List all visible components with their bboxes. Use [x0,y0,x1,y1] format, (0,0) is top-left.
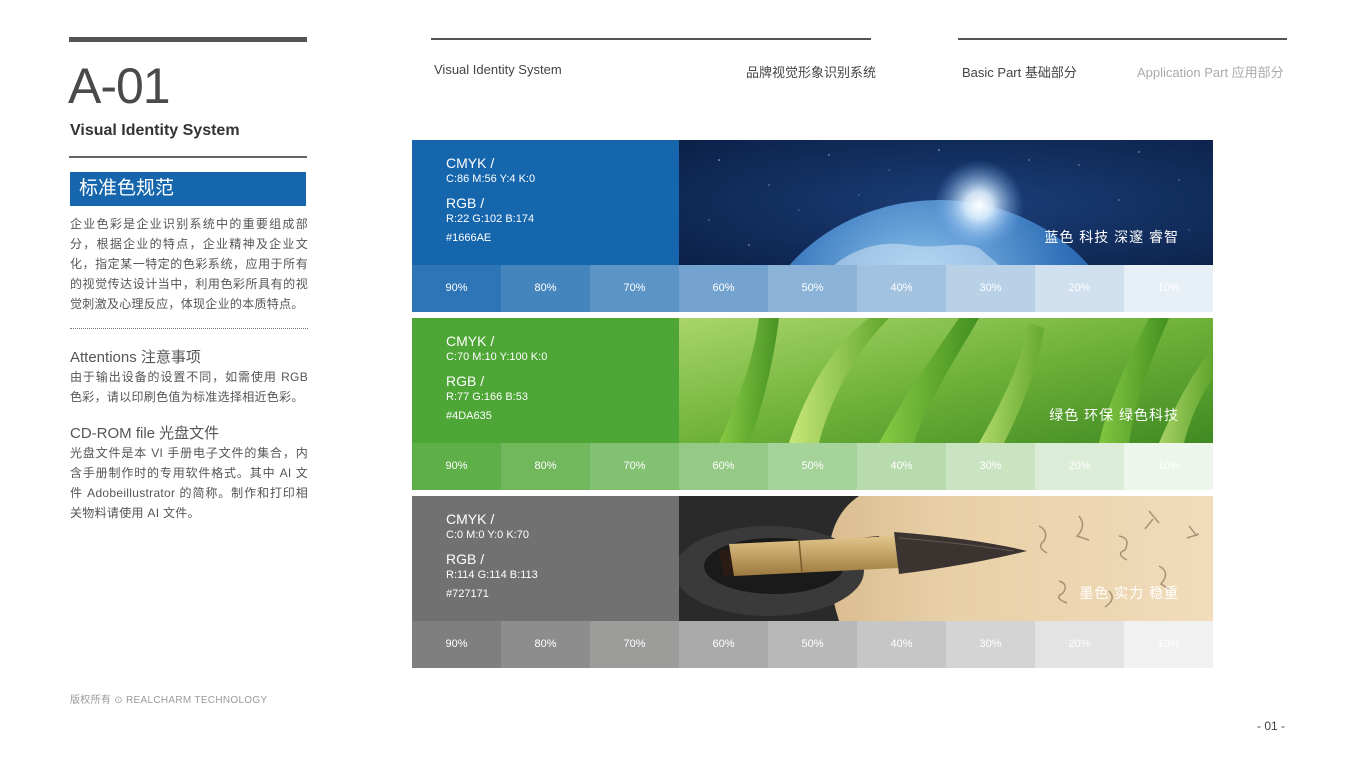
leaves-photo: 绿色 环保 绿色科技 [679,318,1213,443]
cmyk-value: C:70 M:10 Y:100 K:0 [446,351,548,363]
tint-swatch: 70% [590,443,679,490]
tint-row: 90% 80% 70% 60% 50% 40% 30% 20% 10% [412,265,1213,312]
tint-swatch: 20% [1035,443,1124,490]
tint-swatch: 30% [946,265,1035,312]
tint-swatch: 30% [946,443,1035,490]
nav-application-part[interactable]: Application Part 应用部分 [1137,62,1284,81]
color-info-panel: CMYK / C:86 M:56 Y:4 K:0 RGB / R:22 G:10… [412,140,679,265]
tint-swatch: 10% [1124,621,1213,668]
cmyk-label: CMYK / [446,155,495,171]
tint-swatch: 60% [679,621,768,668]
color-tagline: 蓝色 科技 深邃 睿智 [1044,229,1179,245]
rgb-value: R:77 G:166 B:53 [446,391,528,403]
tint-swatch: 70% [590,621,679,668]
tint-swatch: 90% [412,443,501,490]
subtitle-rule [69,156,307,158]
tint-swatch: 20% [1035,265,1124,312]
tint-swatch: 50% [768,621,857,668]
hex-value: #727171 [446,588,489,600]
header-vis-en: Visual Identity System [434,62,562,77]
color-block-blue: CMYK / C:86 M:56 Y:4 K:0 RGB / R:22 G:10… [412,140,1213,312]
attentions-title: Attentions 注意事项 [70,349,201,366]
tint-swatch: 10% [1124,265,1213,312]
intro-text: 企业色彩是企业识别系统中的重要组成部分，根据企业的特点，企业精神及企业文化，指定… [70,217,308,311]
tint-swatch: 40% [857,621,946,668]
section-title: 标准色规范 [70,172,306,206]
color-tagline: 墨色 实力 稳重 [1079,585,1179,601]
tint-swatch: 80% [501,443,590,490]
cmyk-label: CMYK / [446,333,495,349]
cmyk-value: C:0 M:0 Y:0 K:70 [446,529,529,541]
header-vis-cn: 品牌视觉形象识别系统 [746,65,877,80]
tint-swatch: 40% [857,265,946,312]
brush-photo: 墨色 实力 稳重 [679,496,1213,621]
tint-swatch: 30% [946,621,1035,668]
header-rule-parts [958,38,1287,40]
page-code: A-01 [68,58,171,114]
tint-swatch: 60% [679,443,768,490]
tint-swatch: 70% [590,265,679,312]
header-rule-vis [431,38,871,40]
color-tagline: 绿色 环保 绿色科技 [1049,407,1179,423]
tint-row: 90% 80% 70% 60% 50% 40% 30% 20% 10% [412,443,1213,490]
color-info-panel: CMYK / C:0 M:0 Y:0 K:70 RGB / R:114 G:11… [412,496,679,621]
tint-swatch: 60% [679,265,768,312]
rgb-label: RGB / [446,551,485,567]
rgb-value: R:114 G:114 B:113 [446,569,538,581]
rgb-value: R:22 G:102 B:174 [446,213,535,225]
cdrom-title: CD-ROM file 光盘文件 [70,425,220,442]
page-number: - 01 - [1257,719,1286,733]
tint-swatch: 40% [857,443,946,490]
hex-value: #4DA635 [446,410,492,422]
tint-swatch: 80% [501,621,590,668]
attentions-text: 由于输出设备的设置不同，如需使用 RGB 色彩，请以印刷色值为标准选择相近色彩。 [70,370,308,404]
tint-swatch: 50% [768,443,857,490]
copyright-footer: 版权所有 ⊙ REALCHARM TECHNOLOGY [70,695,268,706]
tint-swatch: 50% [768,265,857,312]
left-top-rule [69,37,307,42]
color-block-green: CMYK / C:70 M:10 Y:100 K:0 RGB / R:77 G:… [412,318,1213,490]
hex-value: #1666AE [446,232,492,244]
cdrom-text: 光盘文件是本 VI 手册电子文件的集合，内含手册制作时的专用软件格式。其中 AI… [70,446,308,520]
nav-basic-part[interactable]: Basic Part 基础部分 [962,62,1077,81]
cmyk-value: C:86 M:56 Y:4 K:0 [446,173,536,185]
page-subtitle: Visual Identity System [70,122,240,139]
tint-swatch: 20% [1035,621,1124,668]
cmyk-label: CMYK / [446,511,495,527]
color-block-gray: CMYK / C:0 M:0 Y:0 K:70 RGB / R:114 G:11… [412,496,1213,668]
tint-row: 90% 80% 70% 60% 50% 40% 30% 20% 10% [412,621,1213,668]
dotted-divider [70,328,308,329]
earth-photo: 蓝色 科技 深邃 睿智 [679,140,1213,265]
tint-swatch: 90% [412,621,501,668]
rgb-label: RGB / [446,195,485,211]
tint-swatch: 80% [501,265,590,312]
rgb-label: RGB / [446,373,485,389]
tint-swatch: 10% [1124,443,1213,490]
tint-swatch: 90% [412,265,501,312]
color-info-panel: CMYK / C:70 M:10 Y:100 K:0 RGB / R:77 G:… [412,318,679,443]
